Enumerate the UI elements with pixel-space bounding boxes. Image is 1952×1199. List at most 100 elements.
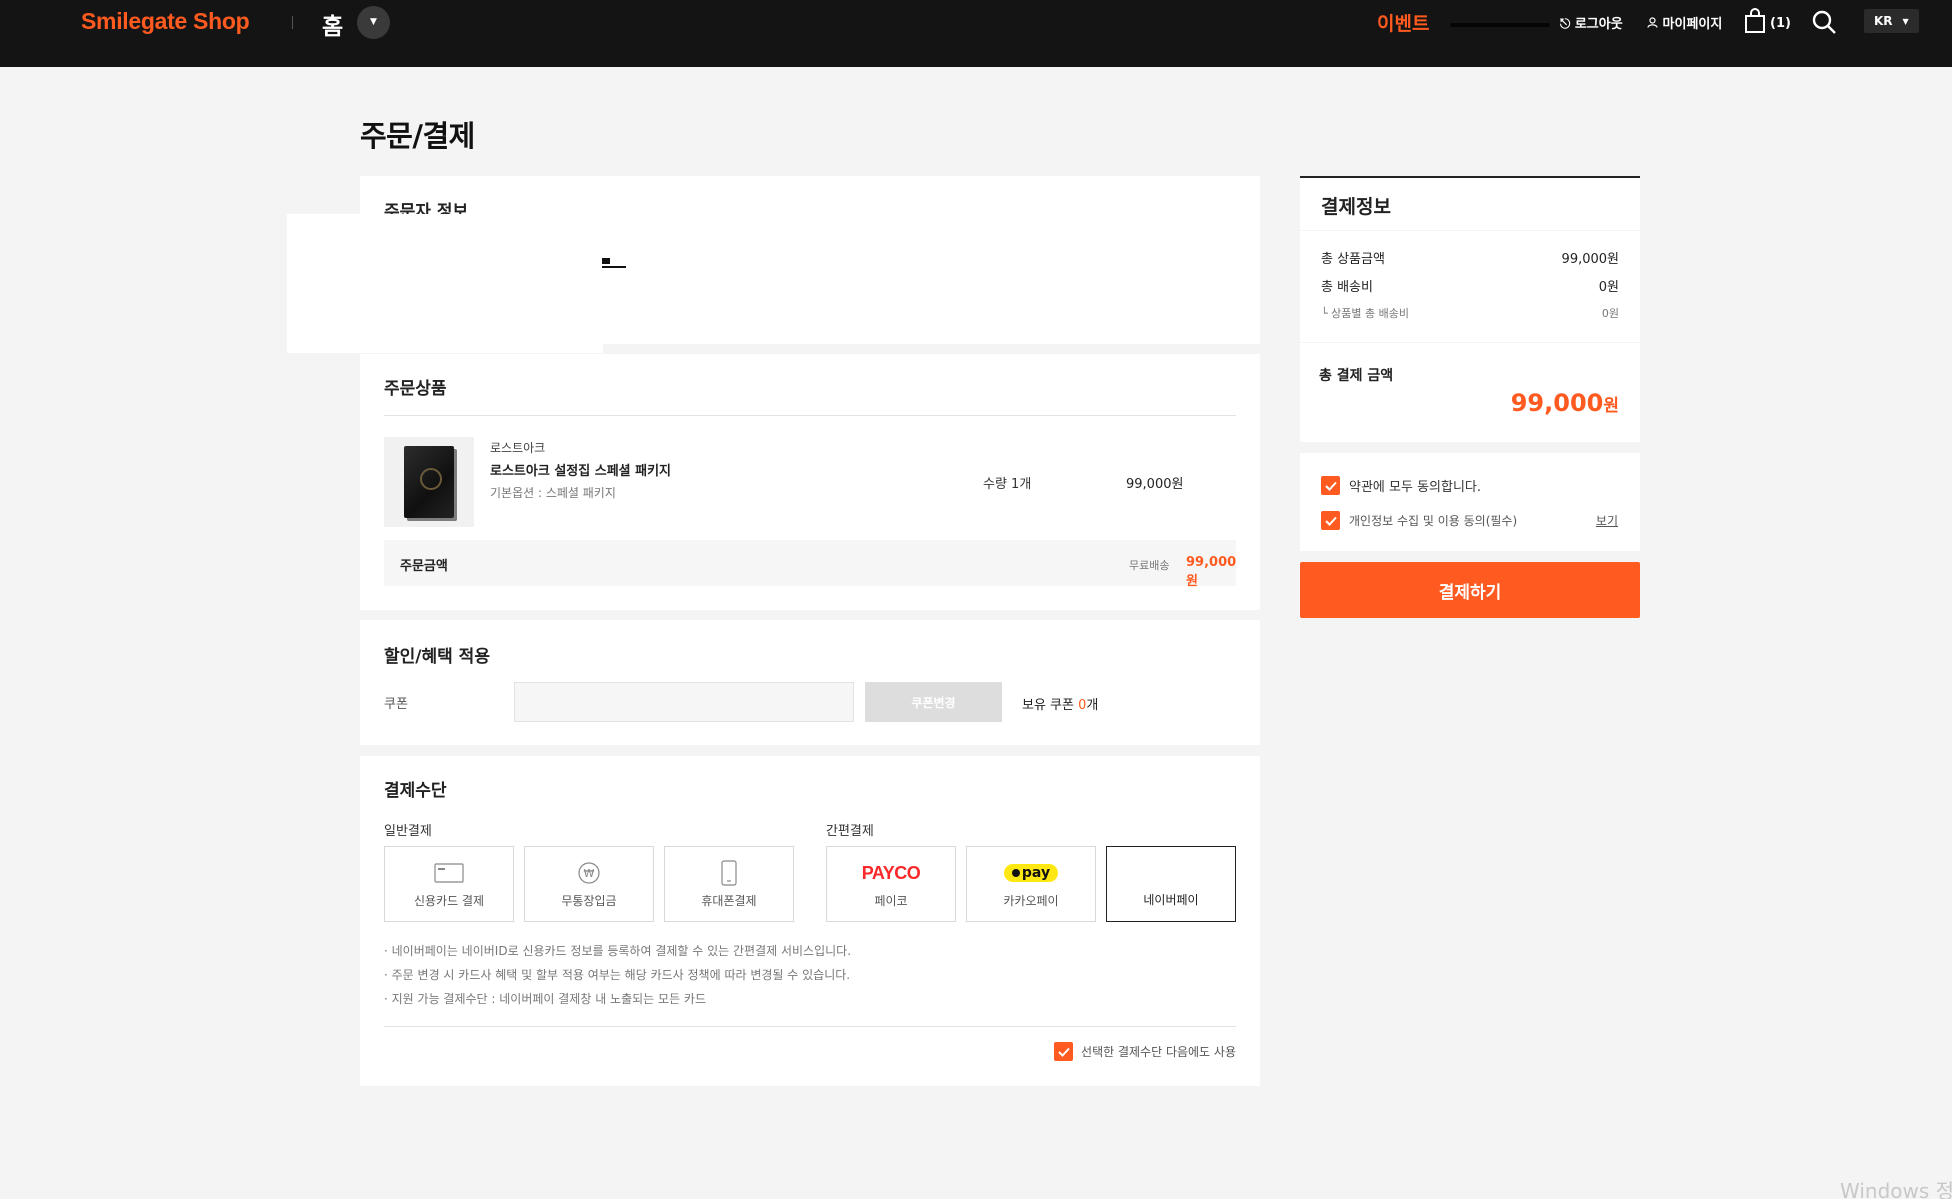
order-amount-row: 주문금액 무료배송 99,000원	[384, 540, 1236, 589]
product-brand: 로스트아크	[490, 441, 546, 455]
remember-payment-row: 선택한 결제수단 다음에도 사용	[1054, 1042, 1236, 1061]
product-option: 기본옵션 : 스페셜 패키지	[490, 486, 616, 500]
home-dropdown-button[interactable]: ▼	[357, 6, 390, 39]
kakaopay-logo-text: pay	[1021, 865, 1051, 881]
owned-coupon-count: 보유 쿠폰 0개	[1022, 694, 1098, 713]
checkmark-icon	[1324, 481, 1337, 491]
agree-all-label: 약관에 모두 동의합니다.	[1349, 480, 1481, 495]
redacted-username	[1440, 15, 1560, 37]
payco-logo: PAYCO	[861, 862, 921, 883]
redaction-mark	[602, 258, 626, 268]
cart-button[interactable]: (1)	[1744, 8, 1791, 38]
payment-note: · 네이버페이는 네이버ID로 신용카드 정보를 등록하여 결제할 수 있는 간…	[384, 944, 852, 958]
pay-option-label: 카카오페이	[1003, 894, 1059, 908]
pay-option-label: 휴대폰결제	[701, 894, 757, 908]
pay-option-kakaopay[interactable]: pay 카카오페이	[966, 846, 1096, 922]
owned-coupon-suffix: 개	[1086, 698, 1099, 713]
total-payment-label: 총 결제 금액	[1319, 368, 1394, 384]
agree-privacy-checkbox[interactable]	[1321, 511, 1340, 530]
total-payment-unit: 원	[1603, 396, 1619, 416]
top-navigation-bar: Smilegate Shop 홈 ▼ 이벤트 ⎋ 로그아웃 마이페이지 (1) …	[0, 0, 1952, 67]
payment-summary-title: 결제정보	[1321, 196, 1391, 218]
kakao-bubble-icon	[1011, 869, 1020, 877]
payment-summary-header: 결제정보	[1300, 176, 1640, 230]
agree-all-checkbox[interactable]	[1321, 476, 1340, 495]
pay-option-bank-transfer[interactable]: ₩ 무통장입금	[524, 846, 654, 922]
event-link[interactable]: 이벤트	[1377, 9, 1429, 36]
language-value: KR	[1874, 14, 1893, 28]
pay-option-payco[interactable]: PAYCO 페이코	[826, 846, 956, 922]
pay-option-mobile[interactable]: 휴대폰결제	[664, 846, 794, 922]
pay-option-label: 네이버페이	[1143, 893, 1199, 907]
caret-down-icon: ▼	[1902, 16, 1909, 26]
product-thumbnail[interactable]	[384, 437, 474, 527]
section-divider	[384, 415, 1236, 416]
order-products-section: 주문상품 로스트아크 로스트아크 설정집 스페셜 패키지 기본옵션 : 스페셜 …	[360, 354, 1260, 610]
summary-row-shipping: 총 배송비 0원	[1321, 276, 1619, 295]
order-amount-label: 주문금액	[400, 559, 448, 574]
pay-option-naverpay[interactable]: 네이버페이	[1106, 846, 1236, 922]
view-terms-link[interactable]: 보기	[1596, 512, 1618, 529]
remember-payment-checkbox[interactable]	[1054, 1042, 1074, 1061]
payment-method-section: 결제수단 일반결제 간편결제 신용카드 결제 ₩ 무통장입금 휴대폰결제 PAY…	[360, 756, 1260, 1086]
discount-section-title: 할인/혜택 적용	[384, 647, 490, 667]
agree-all-row: 약관에 모두 동의합니다.	[1321, 476, 1481, 495]
summary-row-label: └ 상품별 총 배송비	[1321, 307, 1409, 320]
mypage-link[interactable]: 마이페이지	[1647, 13, 1722, 32]
payment-notes: · 네이버페이는 네이버ID로 신용카드 정보를 등록하여 결제할 수 있는 간…	[384, 939, 851, 1011]
products-section-title: 주문상품	[384, 379, 447, 399]
shopping-bag-icon	[1744, 8, 1766, 38]
pay-option-label: 무통장입금	[561, 894, 617, 908]
summary-row-value: 99,000원	[1561, 252, 1619, 267]
shop-logo[interactable]: Smilegate Shop	[81, 8, 250, 35]
remember-payment-label: 선택한 결제수단 다음에도 사용	[1081, 1045, 1236, 1059]
summary-row-label: 총 배송비	[1321, 280, 1373, 295]
mypage-label: 마이페이지	[1662, 17, 1723, 32]
easy-payment-label: 간편결제	[826, 824, 874, 839]
cart-count: (1)	[1770, 15, 1791, 31]
won-coin-icon: ₩	[525, 861, 653, 885]
total-payment-amount: 99,000원	[1511, 389, 1619, 417]
general-payment-label: 일반결제	[384, 824, 432, 839]
payment-note: · 주문 변경 시 카드사 혜택 및 할부 적용 여부는 해당 카드사 정책에 …	[384, 968, 851, 982]
summary-row-subtotal: 총 상품금액 99,000원	[1321, 248, 1619, 267]
summary-row-value: 0원	[1601, 307, 1619, 320]
kakaopay-logo: pay	[1003, 864, 1059, 882]
summary-row-label: 총 상품금액	[1321, 252, 1385, 267]
pay-option-credit-card[interactable]: 신용카드 결제	[384, 846, 514, 922]
summary-row-value: 0원	[1598, 280, 1619, 295]
credit-card-icon	[385, 861, 513, 885]
mobile-phone-icon	[665, 860, 793, 886]
logout-label: 로그아웃	[1574, 17, 1623, 32]
user-icon	[1647, 17, 1663, 32]
pay-now-button[interactable]: 결제하기	[1300, 562, 1640, 618]
discount-section: 할인/혜택 적용 쿠폰 쿠폰변경 보유 쿠폰 0개	[360, 620, 1260, 745]
search-button[interactable]	[1811, 9, 1837, 35]
redacted-orderer-details	[287, 214, 603, 353]
svg-text:₩: ₩	[584, 867, 595, 880]
section-divider	[384, 1026, 1236, 1027]
coupon-label: 쿠폰	[384, 697, 408, 712]
pay-option-label: 신용카드 결제	[413, 894, 485, 908]
coupon-change-button[interactable]: 쿠폰변경	[865, 682, 1002, 722]
logout-icon: ⎋	[1560, 17, 1571, 32]
language-select[interactable]: KR ▼	[1864, 9, 1919, 33]
agree-privacy-label: 개인정보 수집 및 이용 동의(필수)	[1349, 514, 1518, 528]
product-name[interactable]: 로스트아크 설정집 스페셜 패키지	[490, 460, 671, 479]
page-title: 주문/결제	[360, 119, 475, 153]
product-price: 99,000원	[1126, 477, 1184, 492]
payment-note: · 지원 가능 결제수단 : 네이버페이 결제창 내 노출되는 모든 카드	[384, 992, 707, 1006]
payment-breakdown: 총 상품금액 99,000원 총 배송비 0원 └ 상품별 총 배송비 0원	[1300, 231, 1640, 342]
coupon-input[interactable]	[514, 682, 854, 722]
shipping-fee-label: 무료배송	[1129, 559, 1170, 572]
total-payment-number: 99,000	[1510, 389, 1604, 417]
product-quantity: 수량 1개	[983, 477, 1032, 492]
payment-total-box: 총 결제 금액 99,000원	[1300, 343, 1640, 442]
product-box-image	[404, 446, 454, 518]
header-divider	[292, 16, 293, 29]
home-label[interactable]: 홈	[322, 7, 343, 41]
payment-section-title: 결제수단	[384, 781, 447, 801]
agreement-box: 약관에 모두 동의합니다. 개인정보 수집 및 이용 동의(필수) 보기	[1300, 453, 1640, 551]
search-icon	[1811, 10, 1837, 39]
logout-link[interactable]: ⎋ 로그아웃	[1560, 13, 1623, 32]
